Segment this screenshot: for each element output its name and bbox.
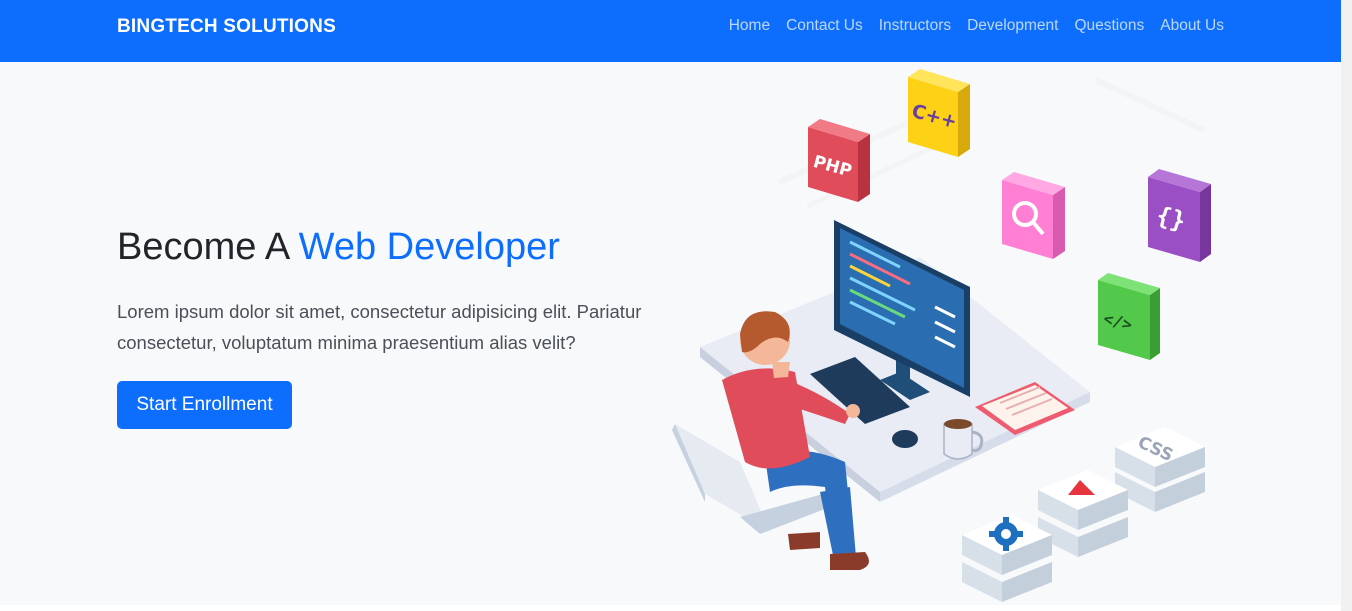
hero-title-prefix: Become A	[117, 226, 299, 268]
brand-logo[interactable]: BINGTECH SOLUTIONS	[117, 16, 336, 38]
mouse-icon	[892, 430, 918, 448]
search-tile-icon	[1002, 172, 1065, 259]
php-tile-icon: PHP	[808, 119, 870, 202]
hero-title-accent: Web Developer	[298, 226, 560, 268]
top-navbar: BINGTECH SOLUTIONS Home Contact Us Instr…	[0, 0, 1341, 62]
cpp-tile-icon: C++	[908, 69, 970, 157]
bottom-strip	[0, 605, 1341, 611]
nav-links: Home Contact Us Instructors Development …	[729, 17, 1224, 35]
nav-link-instructors[interactable]: Instructors	[879, 17, 951, 35]
hero-title: Become A Web Developer	[117, 226, 560, 269]
css-stack-icon: CSS	[1115, 427, 1205, 512]
nav-link-questions[interactable]: Questions	[1074, 17, 1144, 35]
code-tile-icon: </>	[1098, 273, 1160, 360]
developer-illustration: PHP C++ {} </> CSS	[672, 69, 1211, 602]
hero-section: Become A Web Developer Lorem ipsum dolor…	[0, 62, 1341, 605]
start-enrollment-button[interactable]: Start Enrollment	[117, 381, 292, 429]
braces-tile-icon: {}	[1148, 169, 1211, 262]
nav-link-development[interactable]: Development	[967, 17, 1058, 35]
nav-link-home[interactable]: Home	[729, 17, 770, 35]
nav-link-about-us[interactable]: About Us	[1160, 17, 1224, 35]
hero-description: Lorem ipsum dolor sit amet, consectetur …	[117, 301, 642, 353]
page-scrollbar[interactable]	[1341, 0, 1352, 611]
nav-link-contact-us[interactable]: Contact Us	[786, 17, 863, 35]
